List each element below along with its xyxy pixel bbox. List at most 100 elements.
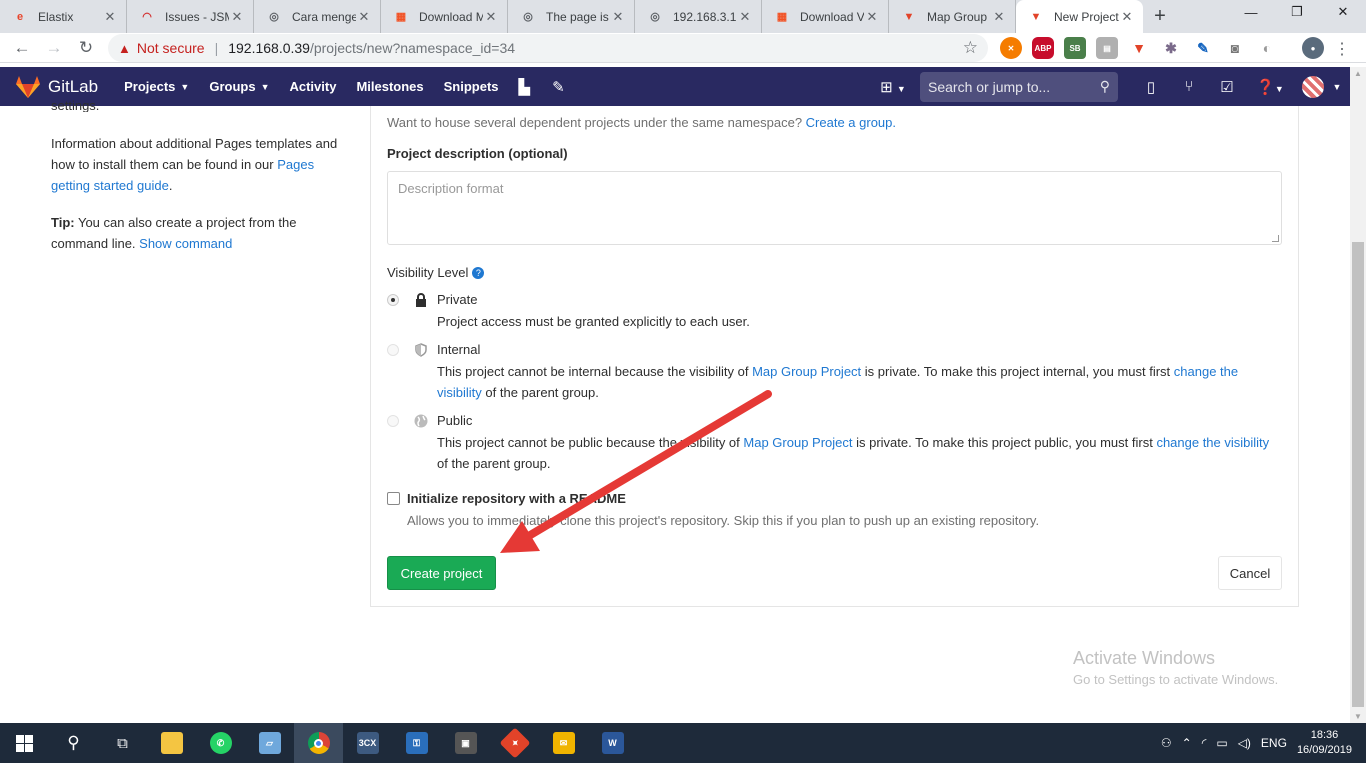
chevron-down-icon: ▼: [260, 81, 270, 92]
create-project-button[interactable]: Create project: [387, 556, 496, 590]
browser-menu-icon[interactable]: ⋮: [1334, 39, 1350, 59]
parent-group-link[interactable]: Map Group Project: [743, 435, 852, 450]
new-tab-button[interactable]: +: [1143, 0, 1177, 33]
extension-orange-icon[interactable]: ✕: [1000, 37, 1022, 59]
file-explorer-icon[interactable]: [147, 723, 196, 763]
back-icon[interactable]: ←: [6, 33, 38, 63]
admin-wrench-icon[interactable]: ✎: [552, 78, 565, 96]
chevron-down-icon[interactable]: ▼: [1324, 82, 1350, 92]
nav-activity[interactable]: Activity: [289, 79, 336, 94]
extension-circle-icon[interactable]: ◐: [1256, 37, 1278, 59]
notes-app-icon[interactable]: ▱: [245, 723, 294, 763]
tab-close-icon[interactable]: ✕: [864, 9, 880, 25]
extension-gray-icon[interactable]: ▤: [1096, 37, 1118, 59]
page-scrollbar[interactable]: ▲ ▼: [1350, 67, 1366, 723]
tab-title: Download M: [419, 9, 483, 24]
chrome-icon[interactable]: [294, 723, 343, 763]
visibility-radio[interactable]: [387, 344, 399, 356]
tab-close-icon[interactable]: ✕: [737, 9, 753, 25]
volume-icon[interactable]: ◁): [1238, 736, 1251, 750]
browser-tab[interactable]: e Elastix ✕: [0, 0, 127, 33]
new-dropdown-icon[interactable]: ⊞ ▼: [874, 78, 912, 96]
start-button[interactable]: [0, 723, 49, 763]
extension-bug-icon[interactable]: ✱: [1160, 37, 1182, 59]
vpn-app-icon[interactable]: ⚿: [392, 723, 441, 763]
battery-icon[interactable]: ▭: [1216, 736, 1227, 750]
bookmark-star-icon[interactable]: ☆: [963, 38, 978, 58]
extension-qr-icon[interactable]: SB: [1064, 37, 1086, 59]
browser-tab[interactable]: ◎ The page is ✕: [508, 0, 635, 33]
create-group-link[interactable]: Create a group.: [806, 115, 896, 130]
profile-avatar-icon[interactable]: ●: [1302, 37, 1324, 59]
forward-icon[interactable]: →: [38, 33, 70, 63]
user-avatar[interactable]: [1302, 75, 1324, 98]
tab-close-icon[interactable]: ✕: [229, 9, 245, 25]
nav-milestones[interactable]: Milestones: [356, 79, 423, 94]
issues-board-icon[interactable]: ▯: [1132, 78, 1170, 96]
gitlab-extension-icon[interactable]: ▼: [1128, 37, 1150, 59]
clock[interactable]: 18:36 16/09/2019: [1297, 728, 1352, 758]
scroll-thumb[interactable]: [1352, 242, 1364, 707]
change-visibility-link[interactable]: change the visibility: [1156, 435, 1269, 450]
remote-desktop-icon[interactable]: ▣: [441, 723, 490, 763]
scroll-up-icon[interactable]: ▲: [1354, 69, 1362, 78]
task-view-icon[interactable]: ⧉: [98, 723, 147, 763]
description-textarea[interactable]: Description format: [387, 171, 1282, 245]
browser-tab[interactable]: ▦ Download M ✕: [381, 0, 508, 33]
outlook-icon[interactable]: ✉: [539, 723, 588, 763]
tray-chevron-icon[interactable]: ⌃: [1182, 736, 1192, 750]
word-icon[interactable]: W: [588, 723, 637, 763]
minimize-button[interactable]: —: [1228, 0, 1274, 24]
show-command-link[interactable]: Show command: [139, 236, 232, 251]
maximize-button[interactable]: ❐: [1274, 0, 1320, 24]
visibility-radio[interactable]: [387, 415, 399, 427]
browser-tab[interactable]: ▼ Map Group ✕: [889, 0, 1016, 33]
nav-groups[interactable]: Groups ▼: [209, 79, 269, 94]
tab-close-icon[interactable]: ✕: [610, 9, 626, 25]
browser-tab[interactable]: ▼ New Project ✕: [1016, 0, 1143, 33]
language-indicator[interactable]: ENG: [1261, 736, 1287, 750]
whatsapp-icon[interactable]: ✆: [196, 723, 245, 763]
nav-projects[interactable]: Projects ▼: [124, 79, 189, 94]
tab-favicon-icon: e: [16, 10, 24, 23]
tab-close-icon[interactable]: ✕: [1119, 9, 1135, 25]
merge-requests-icon[interactable]: ⑂: [1170, 78, 1208, 95]
browser-tab[interactable]: ◎ Cara menge ✕: [254, 0, 381, 33]
git-app-icon[interactable]: ✦: [490, 723, 539, 763]
url-text[interactable]: 192.168.0.39/projects/new?namespace_id=3…: [228, 40, 515, 56]
chart-icon[interactable]: ▙: [519, 78, 531, 96]
cancel-button[interactable]: Cancel: [1218, 556, 1282, 590]
todos-icon[interactable]: ☑: [1208, 78, 1246, 96]
question-icon[interactable]: ?: [472, 267, 485, 279]
search-taskbar-icon[interactable]: ⚲: [49, 723, 98, 763]
parent-group-link[interactable]: Map Group Project: [752, 364, 861, 379]
browser-tab[interactable]: ▦ Download V ✕: [762, 0, 889, 33]
camera-extension-icon[interactable]: ◙: [1224, 37, 1246, 59]
people-icon[interactable]: ⚇: [1161, 736, 1172, 750]
tab-favicon-icon: ▦: [776, 11, 788, 23]
extension-pen-icon[interactable]: ✎: [1192, 37, 1214, 59]
tab-close-icon[interactable]: ✕: [991, 9, 1007, 25]
browser-tab[interactable]: ◎ 192.168.3.1 ✕: [635, 0, 762, 33]
reload-icon[interactable]: ↻: [70, 33, 102, 63]
gitlab-logo[interactable]: GitLab: [16, 75, 98, 98]
readme-label[interactable]: Initialize repository with a README: [407, 491, 626, 506]
help-icon[interactable]: ❓▼: [1246, 78, 1294, 96]
tab-close-icon[interactable]: ✕: [102, 9, 118, 25]
search-input[interactable]: Search or jump to... ⚲: [920, 71, 1118, 102]
not-secure-label[interactable]: Not secure: [137, 40, 205, 56]
address-bar[interactable]: ▲ Not secure | 192.168.0.39/projects/new…: [108, 34, 988, 62]
wifi-icon[interactable]: ◜: [1202, 736, 1207, 750]
browser-tab[interactable]: ◠ Issues - JSM ✕: [127, 0, 254, 33]
readme-checkbox[interactable]: [387, 492, 400, 505]
close-window-button[interactable]: ✕: [1320, 0, 1366, 24]
visibility-title: Public: [437, 413, 473, 428]
tab-close-icon[interactable]: ✕: [483, 9, 499, 25]
tab-close-icon[interactable]: ✕: [356, 9, 372, 25]
nav-snippets[interactable]: Snippets: [444, 79, 499, 94]
3cx-icon[interactable]: 3CX: [343, 723, 392, 763]
adblock-plus-icon[interactable]: ABP: [1032, 37, 1054, 59]
browser-toolbar: ← → ↻ ▲ Not secure | 192.168.0.39/projec…: [0, 33, 1366, 63]
visibility-radio[interactable]: [387, 294, 399, 306]
scroll-down-icon[interactable]: ▼: [1354, 712, 1362, 721]
